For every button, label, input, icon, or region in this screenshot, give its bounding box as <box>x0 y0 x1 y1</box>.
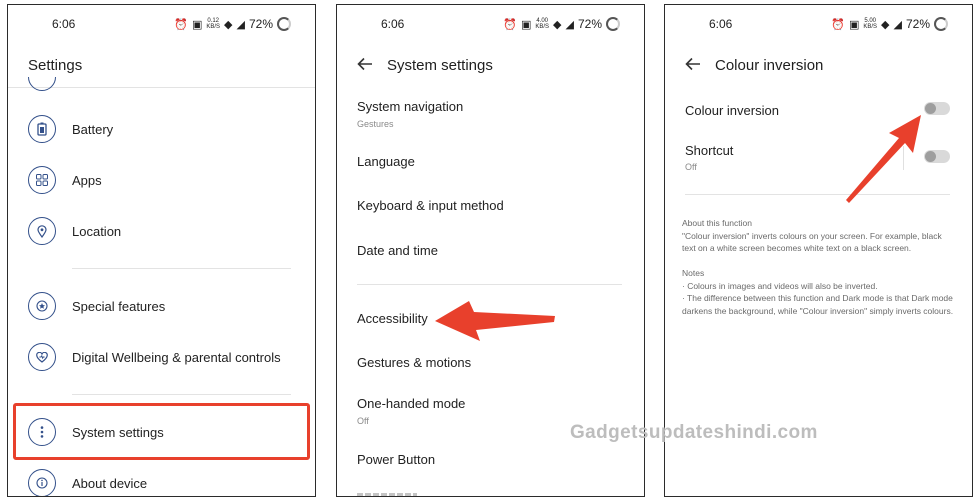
partial-item-icon <box>28 77 56 93</box>
item-label: About device <box>72 475 148 491</box>
more-vertical-icon <box>28 418 56 446</box>
pointer-arrow-icon <box>846 115 921 203</box>
about-heading: About this function <box>682 218 752 228</box>
section-divider <box>357 284 622 285</box>
note-2: · The difference between this function a… <box>682 293 954 316</box>
colour-inversion-label: Colour inversion <box>685 103 779 118</box>
item-label: Gestures & motions <box>357 355 472 370</box>
info-icon <box>28 469 56 496</box>
partial-next-item <box>357 493 417 496</box>
item-label: Power Button <box>357 452 436 467</box>
item-label: Battery <box>72 121 114 137</box>
status-time: 6:06 <box>52 17 76 31</box>
pointer-arrow-icon <box>435 301 555 341</box>
battery-percent: 72% <box>248 17 273 31</box>
back-arrow-icon[interactable] <box>685 57 701 71</box>
battery-ring-icon <box>934 17 948 31</box>
note-1: · Colours in images and videos will also… <box>682 280 878 291</box>
star-badge-icon <box>28 292 56 320</box>
nfc-icon: ▣ <box>520 18 532 31</box>
system-item-power-button[interactable]: Power Button <box>357 452 624 467</box>
battery-icon <box>28 115 56 143</box>
item-label: Apps <box>72 172 102 188</box>
settings-screen: 6:06 ⏰ ▣ 0.12 KB/S ◆ ◢ 72% Settings Batte… <box>7 4 316 497</box>
item-label: Special features <box>72 298 166 314</box>
location-pin-icon <box>28 217 56 245</box>
status-bar: 6:06 ⏰ ▣ 4.00 KB/S ◆ ◢ 72% <box>337 17 644 33</box>
net-speed: 5.00 KB/S <box>863 18 878 30</box>
status-time: 6:06 <box>381 17 405 31</box>
system-item-date-time[interactable]: Date and time <box>357 243 624 258</box>
heart-icon <box>28 343 56 371</box>
alarm-icon: ⏰ <box>174 18 188 31</box>
system-item-language[interactable]: Language <box>357 154 624 169</box>
item-sublabel: Gestures <box>357 119 394 129</box>
status-bar: 6:06 ⏰ ▣ 0.12 KB/S ◆ ◢ 72% <box>8 17 315 33</box>
section-divider <box>72 394 291 395</box>
notes-section: Notes · Colours in images and videos wil… <box>682 267 957 317</box>
settings-item-battery[interactable]: Battery <box>28 109 305 149</box>
system-item-navigation[interactable]: System navigation Gestures <box>357 99 624 129</box>
page-title: Settings <box>28 57 83 74</box>
item-label: System settings <box>72 424 164 440</box>
nfc-icon: ▣ <box>191 18 203 31</box>
about-text: "Colour inversion" inverts colours on yo… <box>682 230 942 254</box>
status-bar: 6:06 ⏰ ▣ 5.00 KB/S ◆ ◢ 72% <box>665 17 972 33</box>
settings-item-digital-wellbeing[interactable]: Digital Wellbeing & parental controls <box>28 337 305 377</box>
page-title: System settings <box>387 57 493 74</box>
apps-grid-icon <box>28 166 56 194</box>
system-item-gestures[interactable]: Gestures & motions <box>357 355 624 370</box>
page-title: Colour inversion <box>715 57 824 74</box>
alarm-icon: ⏰ <box>503 18 517 31</box>
battery-percent: 72% <box>577 17 602 31</box>
settings-item-about-device[interactable]: About device <box>28 463 305 496</box>
about-section: About this function "Colour inversion" i… <box>682 217 957 255</box>
signal-icon: ◢ <box>893 18 902 31</box>
battery-ring-icon <box>277 17 291 31</box>
signal-icon: ◢ <box>236 18 245 31</box>
signal-icon: ◢ <box>565 18 574 31</box>
wifi-icon: ◆ <box>224 18 233 31</box>
net-speed: 0.12 KB/S <box>206 18 221 30</box>
settings-item-special-features[interactable]: Special features <box>28 286 305 326</box>
item-label: System navigation <box>357 99 464 114</box>
colour-inversion-toggle[interactable] <box>924 102 950 115</box>
alarm-icon: ⏰ <box>831 18 845 31</box>
settings-item-apps[interactable]: Apps <box>28 160 305 200</box>
item-label: Language <box>357 154 415 169</box>
shortcut-toggle[interactable] <box>924 150 950 163</box>
battery-percent: 72% <box>905 17 930 31</box>
shortcut-label: Shortcut <box>685 143 734 158</box>
nfc-icon: ▣ <box>848 18 860 31</box>
item-label: Keyboard & input method <box>357 198 504 213</box>
wifi-icon: ◆ <box>881 18 890 31</box>
wifi-icon: ◆ <box>553 18 562 31</box>
section-divider <box>72 268 291 269</box>
back-arrow-icon[interactable] <box>357 57 373 71</box>
watermark: Gadgetsupdateshindi.com <box>570 422 818 443</box>
item-label: Digital Wellbeing & parental controls <box>72 349 281 365</box>
system-item-keyboard[interactable]: Keyboard & input method <box>357 198 624 213</box>
net-speed: 4.00 KB/S <box>535 18 550 30</box>
item-label: Location <box>72 223 122 239</box>
shortcut-sublabel: Off <box>685 162 697 172</box>
item-label: Date and time <box>357 243 438 258</box>
item-label: One-handed mode <box>357 396 466 411</box>
status-time: 6:06 <box>709 17 733 31</box>
settings-item-location[interactable]: Location <box>28 211 305 251</box>
notes-heading: Notes <box>682 268 705 278</box>
battery-ring-icon <box>606 17 620 31</box>
settings-item-system-settings[interactable]: System settings <box>28 412 305 452</box>
